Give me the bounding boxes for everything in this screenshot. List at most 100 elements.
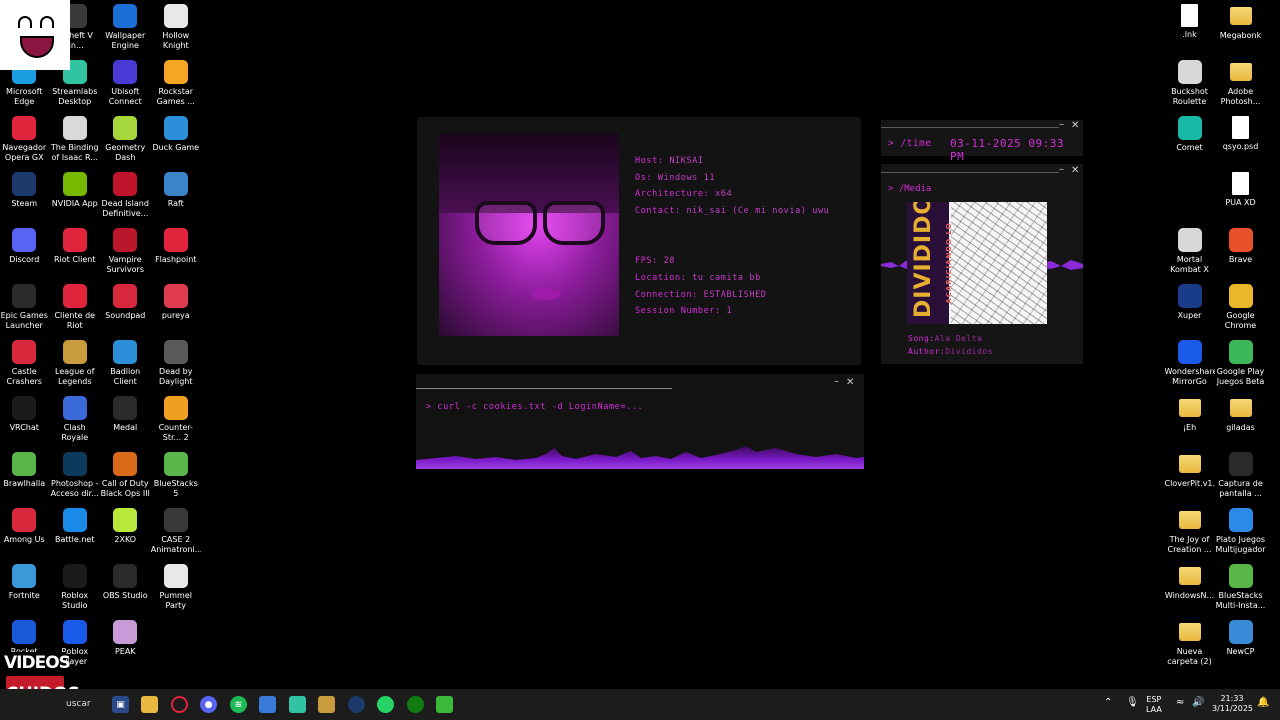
terminal-command[interactable]: > curl -c cookies.txt -d LoginName=... (426, 402, 643, 412)
desktop-icon[interactable]: pureya (151, 280, 202, 336)
desktop-icon[interactable]: OBS Studio (100, 560, 151, 616)
terminal-widget: – ✕ > curl -c cookies.txt -d LoginName=.… (416, 374, 864, 469)
desktop-icon[interactable]: Nueva carpeta (2) (1164, 616, 1215, 672)
desktop-icon-label: Ubisoft Connect (108, 87, 142, 106)
desktop-icon[interactable]: The Binding of Isaac R... (50, 112, 101, 168)
streamlabs-taskbar-icon[interactable] (289, 696, 306, 713)
desktop-icon[interactable]: Wondershare MirrorGo (1164, 336, 1215, 392)
desktop-icon[interactable]: Dead by Daylight (151, 336, 202, 392)
desktop-icon[interactable]: Epic Games Launcher (0, 280, 50, 336)
desktop-icon[interactable]: BlueStacks Multi-Insta... (1215, 560, 1266, 616)
wifi-icon[interactable]: ≈ (1176, 697, 1184, 708)
desktop-icon[interactable]: Dead Island Definitive... (100, 168, 151, 224)
league-taskbar-icon[interactable] (318, 696, 335, 713)
media-minimize-button[interactable]: – (1059, 164, 1064, 175)
microphone-icon[interactable]: 🎙 (1126, 697, 1139, 708)
discord-taskbar-icon[interactable]: ● (200, 696, 217, 713)
desktop-icon[interactable]: Riot Client (50, 224, 101, 280)
desktop-icon[interactable]: Google Chrome (1215, 280, 1266, 336)
desktop-icon[interactable]: WindowsN... (1164, 560, 1215, 616)
desktop-icon[interactable]: Navegador Opera GX (0, 112, 50, 168)
desktop-icon[interactable]: Battle.net (50, 504, 101, 560)
terminal-close-button[interactable]: ✕ (846, 377, 854, 388)
desktop-icon[interactable]: Brawlhalla (0, 448, 50, 504)
tray-overflow-chevron-icon[interactable]: ⌃ (1104, 697, 1112, 708)
info-value: ESTABLISHED (703, 289, 767, 300)
desktop-icon[interactable]: PEAK (100, 616, 151, 672)
desktop-icon[interactable]: Captura de pantalla ... (1215, 448, 1266, 504)
whatsapp-taskbar-icon[interactable] (377, 696, 394, 713)
desktop-icon[interactable]: Among Us (0, 504, 50, 560)
opera-gx-taskbar-icon[interactable] (171, 696, 188, 713)
store-icon[interactable]: ▣ (112, 696, 129, 713)
xbox-taskbar-icon[interactable] (407, 696, 424, 713)
desktop-icon[interactable]: Buckshot Roulette (1164, 56, 1215, 112)
desktop-icon[interactable]: NewCP (1215, 616, 1266, 672)
desktop-icon[interactable]: Xuper (1164, 280, 1215, 336)
desktop-icon-label: Medal (113, 423, 138, 432)
notification-bell-icon[interactable]: 🔔 (1257, 697, 1269, 708)
desktop-icon[interactable]: Hollow Knight (151, 0, 202, 56)
desktop-icon[interactable]: 2XKO (100, 504, 151, 560)
desktop-icon[interactable]: Roblox Studio (50, 560, 101, 616)
info-key: FPS: (635, 256, 658, 267)
desktop-icon[interactable]: Wallpaper Engine (100, 0, 151, 56)
time-titlebar-line (881, 127, 1059, 128)
desktop-icon[interactable]: Plato Juegos Multijugador (1215, 504, 1266, 560)
desktop-icon[interactable]: BlueStacks 5 (151, 448, 202, 504)
desktop-icon[interactable]: Photoshop - Acceso dir... (50, 448, 101, 504)
volume-icon[interactable]: 🔊 (1192, 697, 1204, 708)
desktop-icon[interactable]: Raft (151, 168, 202, 224)
desktop-icon[interactable]: Clash Royale (50, 392, 101, 448)
desktop-icon[interactable]: Brave (1215, 224, 1266, 280)
battlenet-icon (62, 508, 87, 532)
time-close-button[interactable]: ✕ (1071, 120, 1079, 131)
spotify-taskbar-icon[interactable]: ≋ (230, 696, 247, 713)
time-minimize-button[interactable]: – (1059, 119, 1064, 130)
desktop-icon[interactable]: Soundpad (100, 280, 151, 336)
desktop-icon[interactable]: .lnk (1164, 0, 1215, 56)
desktop-icon-label: .lnk (1182, 30, 1197, 39)
desktop-icon[interactable]: Vampire Survivors (100, 224, 151, 280)
desktop-icon[interactable]: Medal (100, 392, 151, 448)
info-row: FPS: 28 (635, 253, 829, 270)
desktop-icon[interactable]: Mortal Kombat X (1164, 224, 1215, 280)
desktop-icon[interactable]: Counter-Str... 2 (151, 392, 202, 448)
desktop-icon[interactable]: Pummel Party (151, 560, 202, 616)
desktop-icon[interactable]: Discord (0, 224, 50, 280)
desktop-icon[interactable]: Adobe Photosh... (1215, 56, 1266, 112)
desktop-icon[interactable]: Fortnite (0, 560, 50, 616)
desktop-icon[interactable]: The Joy of Creation ... (1164, 504, 1215, 560)
clock[interactable]: 21:33 3/11/2025 (1212, 694, 1253, 714)
file-explorer-icon[interactable] (141, 696, 158, 713)
desktop-icon[interactable]: Duck Game (151, 112, 202, 168)
desktop-icon[interactable]: Call of Duty Black Ops III (100, 448, 151, 504)
input-language[interactable]: ESP LAA (1146, 695, 1162, 715)
desktop-icon[interactable]: giladas (1215, 392, 1266, 448)
desktop-icon[interactable]: Geometry Dash (100, 112, 151, 168)
desktop-icon[interactable]: Steam (0, 168, 50, 224)
minecraft-taskbar-icon[interactable] (436, 696, 453, 713)
desktop-icon[interactable]: NVIDIA App (50, 168, 101, 224)
desktop-icon[interactable]: VRChat (0, 392, 50, 448)
photos-taskbar-icon[interactable] (259, 696, 276, 713)
desktop-icon[interactable]: Badlion Client (100, 336, 151, 392)
terminal-minimize-button[interactable]: – (834, 376, 839, 387)
desktop-icon[interactable]: Castle Crashers (0, 336, 50, 392)
desktop-icon[interactable]: PUA XD (1215, 168, 1266, 224)
taskbar-search[interactable]: uscar (66, 699, 91, 709)
desktop-icon[interactable]: ¡Eh (1164, 392, 1215, 448)
desktop-icon[interactable]: Flashpoint (151, 224, 202, 280)
media-close-button[interactable]: ✕ (1071, 165, 1079, 176)
desktop-icon[interactable]: Google Play Juegos Beta (1215, 336, 1266, 392)
desktop-icon[interactable]: Comet (1164, 112, 1215, 168)
desktop-icon[interactable]: CloverPit.v1.1 (1164, 448, 1215, 504)
desktop-icon[interactable]: qsyo.psd (1215, 112, 1266, 168)
desktop-icon[interactable]: Megabonk (1215, 0, 1266, 56)
steam-taskbar-icon[interactable] (348, 696, 365, 713)
desktop-icon[interactable]: CASE 2 Animatroni... (151, 504, 202, 560)
desktop-icon[interactable]: Ubisoft Connect (100, 56, 151, 112)
desktop-icon[interactable]: Rockstar Games ... (151, 56, 202, 112)
desktop-icon[interactable]: League of Legends (50, 336, 101, 392)
desktop-icon[interactable]: Cliente de Riot (50, 280, 101, 336)
